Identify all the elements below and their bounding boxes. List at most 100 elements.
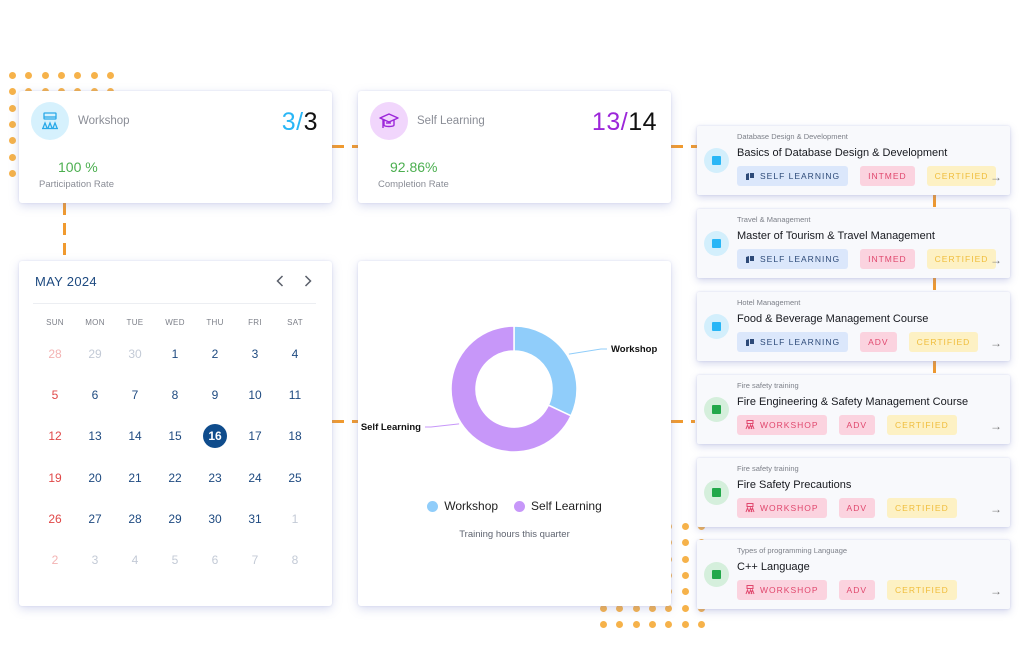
- calendar-day-number: 4: [291, 346, 299, 361]
- calendar-day[interactable]: 13: [75, 416, 115, 457]
- course-type-label: SELF LEARNING: [760, 337, 841, 347]
- calendar-day[interactable]: 2: [35, 539, 75, 580]
- workshop-icon: [745, 585, 755, 595]
- calendar-prev-button[interactable]: [270, 270, 290, 292]
- calendar-day[interactable]: 17: [235, 416, 275, 457]
- calendar-day-number: 5: [171, 553, 179, 568]
- stat-title: Self Learning: [417, 115, 485, 127]
- course-tags: WORKSHOP ADV CERTIFIED: [737, 498, 957, 518]
- calendar-day[interactable]: 10: [235, 374, 275, 415]
- donut-chart: Workshop Self Learning: [361, 325, 657, 453]
- calendar-divider: [33, 303, 316, 304]
- arrow-right-icon[interactable]: →: [990, 170, 1002, 184]
- calendar-day-number: 13: [88, 429, 102, 444]
- calendar-day[interactable]: 23: [195, 457, 235, 498]
- course-level-label: INTMED: [868, 254, 907, 264]
- calendar-day-number: 28: [48, 346, 62, 361]
- calendar-day[interactable]: 31: [235, 498, 275, 539]
- calendar-day[interactable]: 19: [35, 457, 75, 498]
- stat-card-workshop[interactable]: Workshop 3/3 100 % Participation Rate: [19, 91, 332, 203]
- calendar-day[interactable]: 18: [275, 416, 315, 457]
- calendar-day[interactable]: 29: [155, 498, 195, 539]
- calendar-day-number: 1: [291, 511, 299, 526]
- calendar-day-number: 23: [208, 470, 222, 485]
- course-card[interactable]: Database Design & Development Basics of …: [697, 126, 1010, 195]
- calendar-day[interactable]: 12: [35, 416, 75, 457]
- arrow-right-icon[interactable]: →: [990, 584, 1002, 598]
- arrow-right-icon[interactable]: →: [990, 419, 1002, 433]
- calendar-day[interactable]: 6: [75, 374, 115, 415]
- calendar-day[interactable]: 9: [195, 374, 235, 415]
- course-status-bullet: [704, 397, 729, 422]
- calendar-day[interactable]: 7: [235, 539, 275, 580]
- calendar-day[interactable]: 30: [195, 498, 235, 539]
- calendar-day[interactable]: 5: [35, 374, 75, 415]
- decorative-dot: [681, 555, 689, 563]
- calendar-day[interactable]: 29: [75, 333, 115, 374]
- calendar-day[interactable]: 25: [275, 457, 315, 498]
- course-card[interactable]: Types of programming Language C++ Langua…: [697, 540, 1010, 609]
- calendar-day[interactable]: 14: [115, 416, 155, 457]
- calendar-day[interactable]: 27: [75, 498, 115, 539]
- calendar-day[interactable]: 1: [155, 333, 195, 374]
- legend-item-self-learning[interactable]: Self Learning: [514, 499, 602, 513]
- decorative-dot: [600, 620, 607, 628]
- course-status-bullet: [704, 562, 729, 587]
- calendar-next-button[interactable]: [298, 270, 318, 292]
- calendar-day[interactable]: 6: [195, 539, 235, 580]
- calendar-day-number: 25: [288, 470, 302, 485]
- course-card[interactable]: Hotel Management Food & Beverage Managem…: [697, 292, 1010, 361]
- course-level-badge: ADV: [838, 498, 876, 518]
- calendar-day[interactable]: 8: [275, 539, 315, 580]
- calendar-day[interactable]: 7: [115, 374, 155, 415]
- calendar-day[interactable]: 5: [155, 539, 195, 580]
- calendar-day[interactable]: 20: [75, 457, 115, 498]
- course-level-label: ADV: [846, 420, 868, 430]
- decorative-dot: [9, 72, 16, 79]
- calendar-day[interactable]: 8: [155, 374, 195, 415]
- course-level-badge: INTMED: [860, 166, 915, 186]
- calendar-day[interactable]: 21: [115, 457, 155, 498]
- stat-count: 3/3: [281, 108, 318, 136]
- calendar-day[interactable]: 3: [75, 539, 115, 580]
- calendar-day[interactable]: 28: [35, 333, 75, 374]
- legend-item-workshop[interactable]: Workshop: [427, 499, 498, 513]
- calendar-day[interactable]: 4: [275, 333, 315, 374]
- arrow-right-icon[interactable]: →: [990, 253, 1002, 267]
- course-card[interactable]: Fire safety training Fire Safety Precaut…: [697, 458, 1010, 527]
- calendar-day-number: 19: [48, 470, 62, 485]
- calendar-day[interactable]: 11: [275, 374, 315, 415]
- decorative-dot: [681, 523, 689, 530]
- calendar-day[interactable]: 15: [155, 416, 195, 457]
- course-card[interactable]: Travel & Management Master of Tourism & …: [697, 209, 1010, 278]
- course-card[interactable]: Fire safety training Fire Engineering & …: [697, 375, 1010, 444]
- arrow-right-icon[interactable]: →: [990, 336, 1002, 350]
- course-status-bullet: [704, 314, 729, 339]
- calendar-day[interactable]: 24: [235, 457, 275, 498]
- calendar-day[interactable]: 2: [195, 333, 235, 374]
- calendar-day[interactable]: 1: [275, 498, 315, 539]
- chevron-right-icon: [304, 275, 312, 287]
- arrow-right-icon[interactable]: →: [990, 502, 1002, 516]
- course-tags: SELF LEARNING INTMED CERTIFIED: [737, 249, 997, 269]
- stat-card-self-learning[interactable]: Self Learning 13/14 92.86% Completion Ra…: [358, 91, 671, 203]
- calendar-day-number: 3: [91, 553, 99, 568]
- calendar-day-number: 27: [88, 511, 102, 526]
- connector-line: [933, 361, 936, 375]
- calendar-day-number: 9: [211, 387, 219, 402]
- decorative-dot: [9, 153, 16, 161]
- connector-line: [933, 278, 936, 292]
- calendar-day[interactable]: 26: [35, 498, 75, 539]
- course-level-label: INTMED: [868, 171, 907, 181]
- connector-line: [671, 420, 695, 423]
- calendar-day[interactable]: 30: [115, 333, 155, 374]
- calendar-day[interactable]: 28: [115, 498, 155, 539]
- calendar-day-number: 22: [168, 470, 182, 485]
- course-category: Hotel Management: [737, 298, 801, 307]
- calendar-day[interactable]: 4: [115, 539, 155, 580]
- calendar-day-selected[interactable]: 16: [195, 416, 235, 457]
- calendar-day[interactable]: 22: [155, 457, 195, 498]
- donut-slice-workshop[interactable]: [513, 325, 578, 417]
- calendar-day[interactable]: 3: [235, 333, 275, 374]
- decorative-dot: [665, 620, 673, 628]
